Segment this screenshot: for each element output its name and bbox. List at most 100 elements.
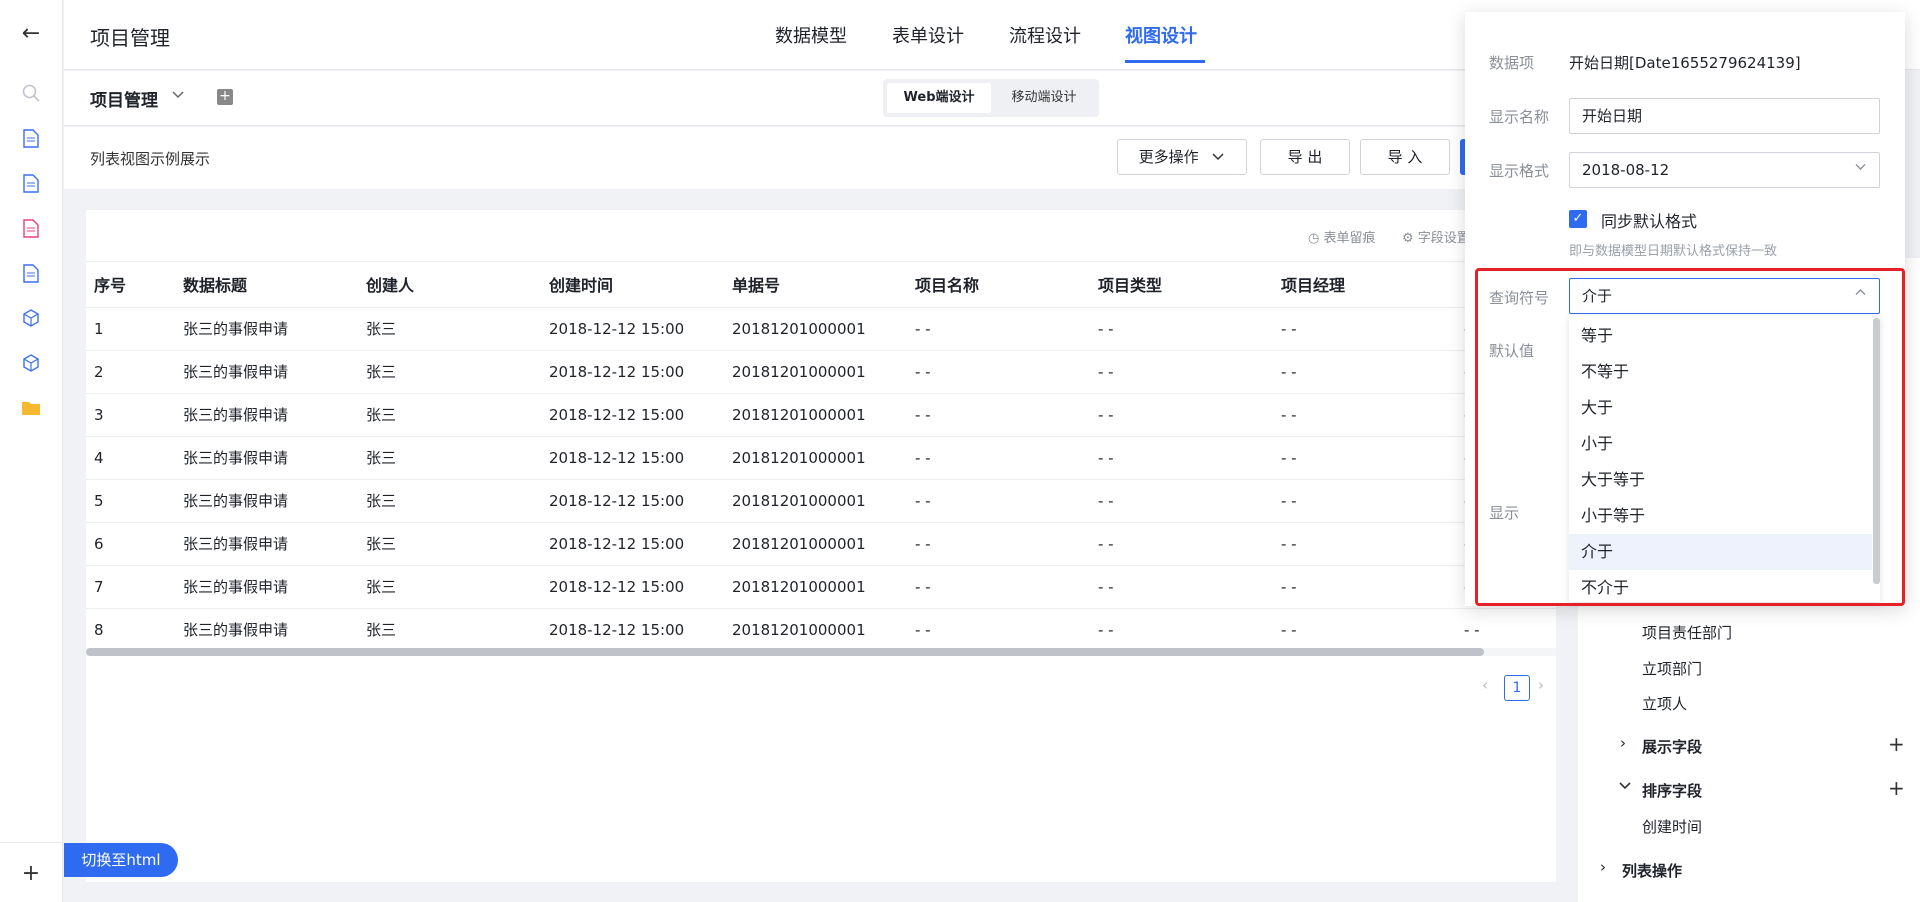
cell-project-manager: - -: [1273, 436, 1456, 480]
cell-project-manager: - -: [1273, 307, 1456, 351]
display-label: 显示: [1489, 504, 1520, 522]
cell-doc-number: 20181201000001: [724, 522, 907, 566]
cell-creator: 张三: [358, 350, 541, 394]
option-less-equal[interactable]: 小于等于: [1569, 498, 1872, 534]
add-icon[interactable]: +: [18, 860, 44, 886]
column-header[interactable]: 项目名称: [907, 262, 1090, 308]
cell-title: 张三的事假申请: [175, 393, 358, 437]
cell-index: 5: [86, 479, 175, 523]
cell-project-manager: - -: [1273, 608, 1456, 652]
sort-field-item[interactable]: 创建时间: [1642, 816, 1702, 837]
field-settings-tool[interactable]: ⚙ 字段设置: [1402, 227, 1470, 246]
form-trace-tool[interactable]: ◷ 表单留痕: [1308, 227, 1376, 246]
column-header[interactable]: 单据号: [724, 262, 907, 308]
cell-index: 2: [86, 350, 175, 394]
list-ops-section[interactable]: 列表操作: [1622, 860, 1682, 881]
scrollbar-thumb[interactable]: [86, 648, 1484, 656]
option-equal[interactable]: 等于: [1569, 318, 1872, 354]
option-greater[interactable]: 大于: [1569, 390, 1872, 426]
cell-creator: 张三: [358, 479, 541, 523]
document-icon[interactable]: [18, 260, 44, 286]
form-trace-label: 表单留痕: [1323, 231, 1376, 246]
chevron-right-icon[interactable]: ›: [1620, 734, 1626, 752]
data-item-label: 数据项: [1489, 54, 1535, 72]
back-arrow-icon[interactable]: ←: [18, 20, 44, 46]
query-symbol-select[interactable]: 介于: [1569, 278, 1880, 314]
field-settings-label: 字段设置: [1417, 231, 1470, 246]
add-display-field-icon[interactable]: +: [1888, 732, 1905, 756]
segment-web-design[interactable]: Web端设计: [887, 83, 991, 113]
switch-to-html-button[interactable]: 切换至html: [64, 843, 178, 877]
app-title: 项目管理: [90, 26, 170, 50]
cell-project-manager: - -: [1273, 479, 1456, 523]
column-header[interactable]: 数据标题: [175, 262, 358, 308]
display-format-select[interactable]: 2018-08-12: [1569, 152, 1880, 188]
chevron-down-icon[interactable]: [1618, 778, 1632, 796]
cell-created-time: 2018-12-12 15:00: [541, 350, 724, 394]
table-row[interactable]: 1 张三的事假申请 张三 2018-12-12 15:00 20181201000001…: [86, 307, 1556, 351]
display-fields-section[interactable]: 展示字段: [1642, 736, 1702, 757]
display-name-input[interactable]: 开始日期: [1569, 98, 1880, 134]
cell-created-time: 2018-12-12 15:00: [541, 565, 724, 609]
clock-icon: ◷: [1308, 231, 1320, 246]
sync-format-checkbox[interactable]: ✓: [1569, 210, 1587, 228]
segment-mobile-design[interactable]: 移动端设计: [993, 83, 1095, 113]
cube-icon[interactable]: [18, 350, 44, 376]
cell-extra: - -: [1456, 608, 1556, 652]
import-button[interactable]: 导 入: [1360, 139, 1450, 175]
cell-creator: 张三: [358, 565, 541, 609]
table-row[interactable]: 4 张三的事假申请 张三 2018-12-12 15:00 20181201000001…: [86, 436, 1556, 480]
table-row[interactable]: 6 张三的事假申请 张三 2018-12-12 15:00 20181201000001…: [86, 522, 1556, 566]
tab-form-design[interactable]: 表单设计: [892, 22, 964, 48]
tab-flow-design[interactable]: 流程设计: [1009, 22, 1081, 48]
sort-fields-section[interactable]: 排序字段: [1642, 780, 1702, 801]
chevron-down-icon[interactable]: [170, 86, 186, 106]
option-not-between[interactable]: 不介于: [1569, 570, 1872, 602]
default-value-label: 默认值: [1489, 342, 1535, 360]
column-header[interactable]: 创建时间: [541, 262, 724, 308]
table-row[interactable]: 2 张三的事假申请 张三 2018-12-12 15:00 20181201000001…: [86, 350, 1556, 394]
document-icon[interactable]: [18, 170, 44, 196]
search-icon[interactable]: [18, 80, 44, 106]
view-subbar: 项目管理 + Web端设计 移动端设计: [64, 71, 1577, 126]
table-row[interactable]: 3 张三的事假申请 张三 2018-12-12 15:00 20181201000001…: [86, 393, 1556, 437]
table-row[interactable]: 5 张三的事假申请 张三 2018-12-12 15:00 20181201000001…: [86, 479, 1556, 523]
next-page-icon[interactable]: ›: [1538, 676, 1544, 694]
column-header[interactable]: 项目类型: [1090, 262, 1273, 308]
more-actions-button[interactable]: 更多操作: [1117, 139, 1247, 175]
card-toolbar: ◷ 表单留痕 ⚙ 字段设置: [86, 210, 1556, 262]
add-sort-field-icon[interactable]: +: [1888, 776, 1905, 800]
document-icon[interactable]: [18, 125, 44, 151]
cell-creator: 张三: [358, 608, 541, 652]
column-header[interactable]: 项目经理: [1273, 262, 1456, 308]
cube-icon[interactable]: [18, 305, 44, 331]
prev-page-icon[interactable]: ‹: [1482, 676, 1488, 694]
display-name-label: 显示名称: [1489, 108, 1550, 126]
option-between[interactable]: 介于: [1569, 534, 1872, 570]
field-item[interactable]: 立项部门: [1642, 658, 1702, 679]
data-item-value: 开始日期[Date1655279624139]: [1569, 54, 1801, 72]
field-item[interactable]: 立项人: [1642, 693, 1687, 714]
dropdown-scrollbar[interactable]: [1873, 318, 1880, 584]
tab-view-design[interactable]: 视图设计: [1125, 22, 1197, 48]
column-header[interactable]: 序号: [86, 262, 175, 308]
chevron-right-icon[interactable]: ›: [1600, 858, 1606, 876]
cell-project-type: - -: [1090, 522, 1273, 566]
current-page[interactable]: 1: [1504, 675, 1530, 701]
table-row[interactable]: 7 张三的事假申请 张三 2018-12-12 15:00 20181201000001…: [86, 565, 1556, 609]
option-not-equal[interactable]: 不等于: [1569, 354, 1872, 390]
option-greater-equal[interactable]: 大于等于: [1569, 462, 1872, 498]
cell-project-type: - -: [1090, 393, 1273, 437]
field-item[interactable]: 项目责任部门: [1642, 622, 1732, 643]
folder-icon[interactable]: [18, 395, 44, 421]
cell-index: 7: [86, 565, 175, 609]
horizontal-scrollbar[interactable]: [86, 648, 1556, 656]
table-row[interactable]: 8 张三的事假申请 张三 2018-12-12 15:00 20181201000001…: [86, 608, 1556, 652]
document-icon-active[interactable]: [18, 215, 44, 241]
cell-created-time: 2018-12-12 15:00: [541, 522, 724, 566]
option-less[interactable]: 小于: [1569, 426, 1872, 462]
export-button[interactable]: 导 出: [1260, 139, 1350, 175]
column-header[interactable]: 创建人: [358, 262, 541, 308]
add-view-icon[interactable]: +: [217, 89, 233, 105]
tab-data-model[interactable]: 数据模型: [775, 22, 847, 48]
